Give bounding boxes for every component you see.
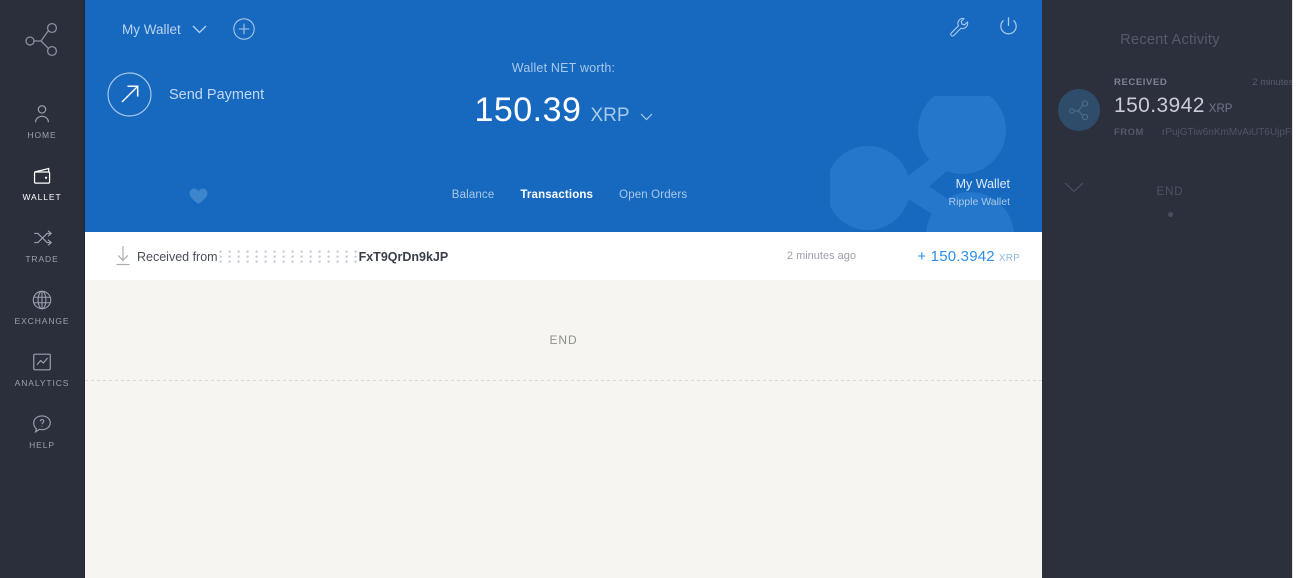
activity-pagination-dot[interactable] [1167, 212, 1173, 217]
transaction-address-tail: FxT9QrDn9kJP [358, 250, 449, 264]
wrench-icon [950, 17, 969, 37]
activity-item[interactable]: RECEIVED 2 minutes ago 150.3942XRP FROM … [1042, 77, 1298, 193]
transactions-list: Received from FxT9QrDn9kJP 2 minutes ago… [85, 232, 1042, 280]
transactions-end-label: END [549, 333, 578, 347]
sidebar-item-home[interactable]: HOME [0, 90, 84, 152]
expand-activity-button[interactable] [1064, 180, 1084, 198]
transactions-body: END [85, 280, 1042, 578]
sidebar-item-analytics[interactable]: ANALYTICS [0, 338, 84, 400]
table-row[interactable]: Received from FxT9QrDn9kJP 2 minutes ago… [85, 232, 1042, 280]
sidebar-item-label: ANALYTICS [14, 377, 70, 388]
window-scrollbar[interactable] [1292, 0, 1298, 578]
question-bubble-icon [33, 414, 51, 433]
net-worth-label: Wallet NET worth: [511, 61, 616, 75]
redacted-address [218, 250, 359, 263]
sidebar-item-label: WALLET [22, 191, 62, 202]
transaction-amount-unit: XRP [998, 252, 1020, 264]
arrow-down-icon [116, 246, 130, 266]
activity-from: FROM rPujGTiw6nKmMvAiUT6UjpFxT9... [1114, 127, 1298, 138]
sidebar-item-exchange[interactable]: EXCHANGE [0, 276, 84, 338]
shuffle-arrows-icon [33, 229, 52, 246]
header-footer: Balance Transactions Open Orders My Wall… [85, 177, 1042, 232]
transaction-description: Received from FxT9QrDn9kJP [137, 248, 448, 264]
transaction-prefix: Received from [137, 250, 218, 264]
wallet-net-worth: Wallet NET worth: 150.39 XRP [85, 61, 1042, 130]
transaction-time: 2 minutes ago [786, 250, 856, 262]
globe-icon [32, 290, 52, 309]
activity-amount-unit: XRP [1208, 103, 1233, 115]
wallet-badge-name: My Wallet [955, 177, 1010, 191]
net-worth-currency: XRP [590, 105, 630, 126]
left-nav-rail: HOME WALLET TRADE EXCHANGE ANALYTICS HEL… [0, 0, 85, 578]
sidebar-item-wallet[interactable]: WALLET [0, 152, 84, 214]
tab-open-orders[interactable]: Open Orders [619, 189, 687, 201]
activity-amount-value: 150.3942 [1114, 94, 1205, 117]
transaction-direction [109, 245, 137, 267]
recent-activity-title: Recent Activity [1120, 32, 1220, 48]
app-logo [0, 0, 84, 78]
recent-activity-panel: Recent Activity RECEIVED 2 minutes ag [1042, 0, 1298, 578]
wallet-selector[interactable]: My Wallet [122, 22, 207, 37]
transaction-amount-value: + 150.3942 [917, 247, 995, 265]
sidebar-item-label: HELP [29, 439, 55, 450]
wallet-tabs: Balance Transactions Open Orders [85, 189, 1042, 201]
net-worth-amount[interactable]: 150.39 XRP [85, 91, 1042, 130]
chevron-down-icon [640, 113, 652, 121]
header-toolbar: My Wallet [85, 0, 1042, 58]
activity-from-label: FROM [1114, 127, 1144, 138]
add-wallet-button[interactable] [233, 18, 255, 40]
person-icon [34, 104, 50, 122]
plus-circle-icon [233, 18, 255, 40]
ripple-logo-icon [1069, 100, 1089, 121]
sidebar-item-label: HOME [27, 129, 57, 140]
sidebar-item-label: EXCHANGE [14, 315, 70, 326]
activity-from-address: rPujGTiw6nKmMvAiUT6UjpFxT9... [1161, 127, 1298, 138]
tab-transactions[interactable]: Transactions [520, 189, 593, 201]
wallet-badge-subtitle: Ripple Wallet [948, 196, 1010, 208]
header-actions [947, 15, 1020, 43]
activity-amount: 150.3942 XRP [1114, 94, 1298, 118]
avatar [1058, 89, 1100, 131]
wallet-icon [33, 167, 50, 184]
activity-kind: RECEIVED [1114, 77, 1168, 88]
chart-square-icon [33, 353, 51, 370]
sidebar-item-help[interactable]: HELP [0, 400, 84, 462]
power-icon [1000, 17, 1017, 35]
sidebar-item-label: TRADE [25, 253, 59, 264]
chevron-down-icon [1064, 182, 1084, 193]
tab-balance[interactable]: Balance [452, 189, 495, 201]
divider [85, 380, 1042, 381]
transaction-amount: + 150.3942 XRP [908, 248, 1020, 265]
power-button[interactable] [997, 15, 1020, 43]
activity-details: RECEIVED 2 minutes ago 150.3942XRP FROM … [1114, 77, 1298, 138]
net-worth-value: 150.39 [474, 91, 582, 129]
app-window: HOME WALLET TRADE EXCHANGE ANALYTICS HEL… [0, 0, 1298, 578]
ripple-logo-icon [25, 22, 58, 57]
wallet-header: My Wallet Send Payment Wallet NET worth:… [85, 0, 1042, 232]
settings-button[interactable] [947, 16, 969, 43]
sidebar-item-trade[interactable]: TRADE [0, 214, 84, 276]
main-content: My Wallet Send Payment Wallet NET worth:… [85, 0, 1042, 578]
header-body: Send Payment Wallet NET worth: 150.39 XR… [85, 58, 1042, 178]
wallet-selector-label: My Wallet [122, 21, 181, 37]
currency-dropdown-button[interactable] [640, 108, 653, 126]
wallet-badge: My Wallet Ripple Wallet [949, 177, 1010, 208]
chevron-down-icon [192, 25, 207, 33]
